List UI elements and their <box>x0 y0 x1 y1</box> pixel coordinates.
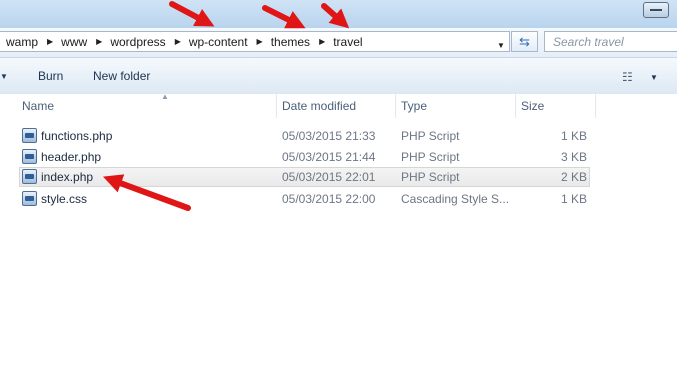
arrow-to-wp-content <box>169 1 215 27</box>
annotation-arrows <box>102 1 350 211</box>
arrow-to-travel <box>321 3 350 29</box>
arrow-to-index-php <box>102 174 191 211</box>
arrow-to-themes <box>262 5 306 29</box>
